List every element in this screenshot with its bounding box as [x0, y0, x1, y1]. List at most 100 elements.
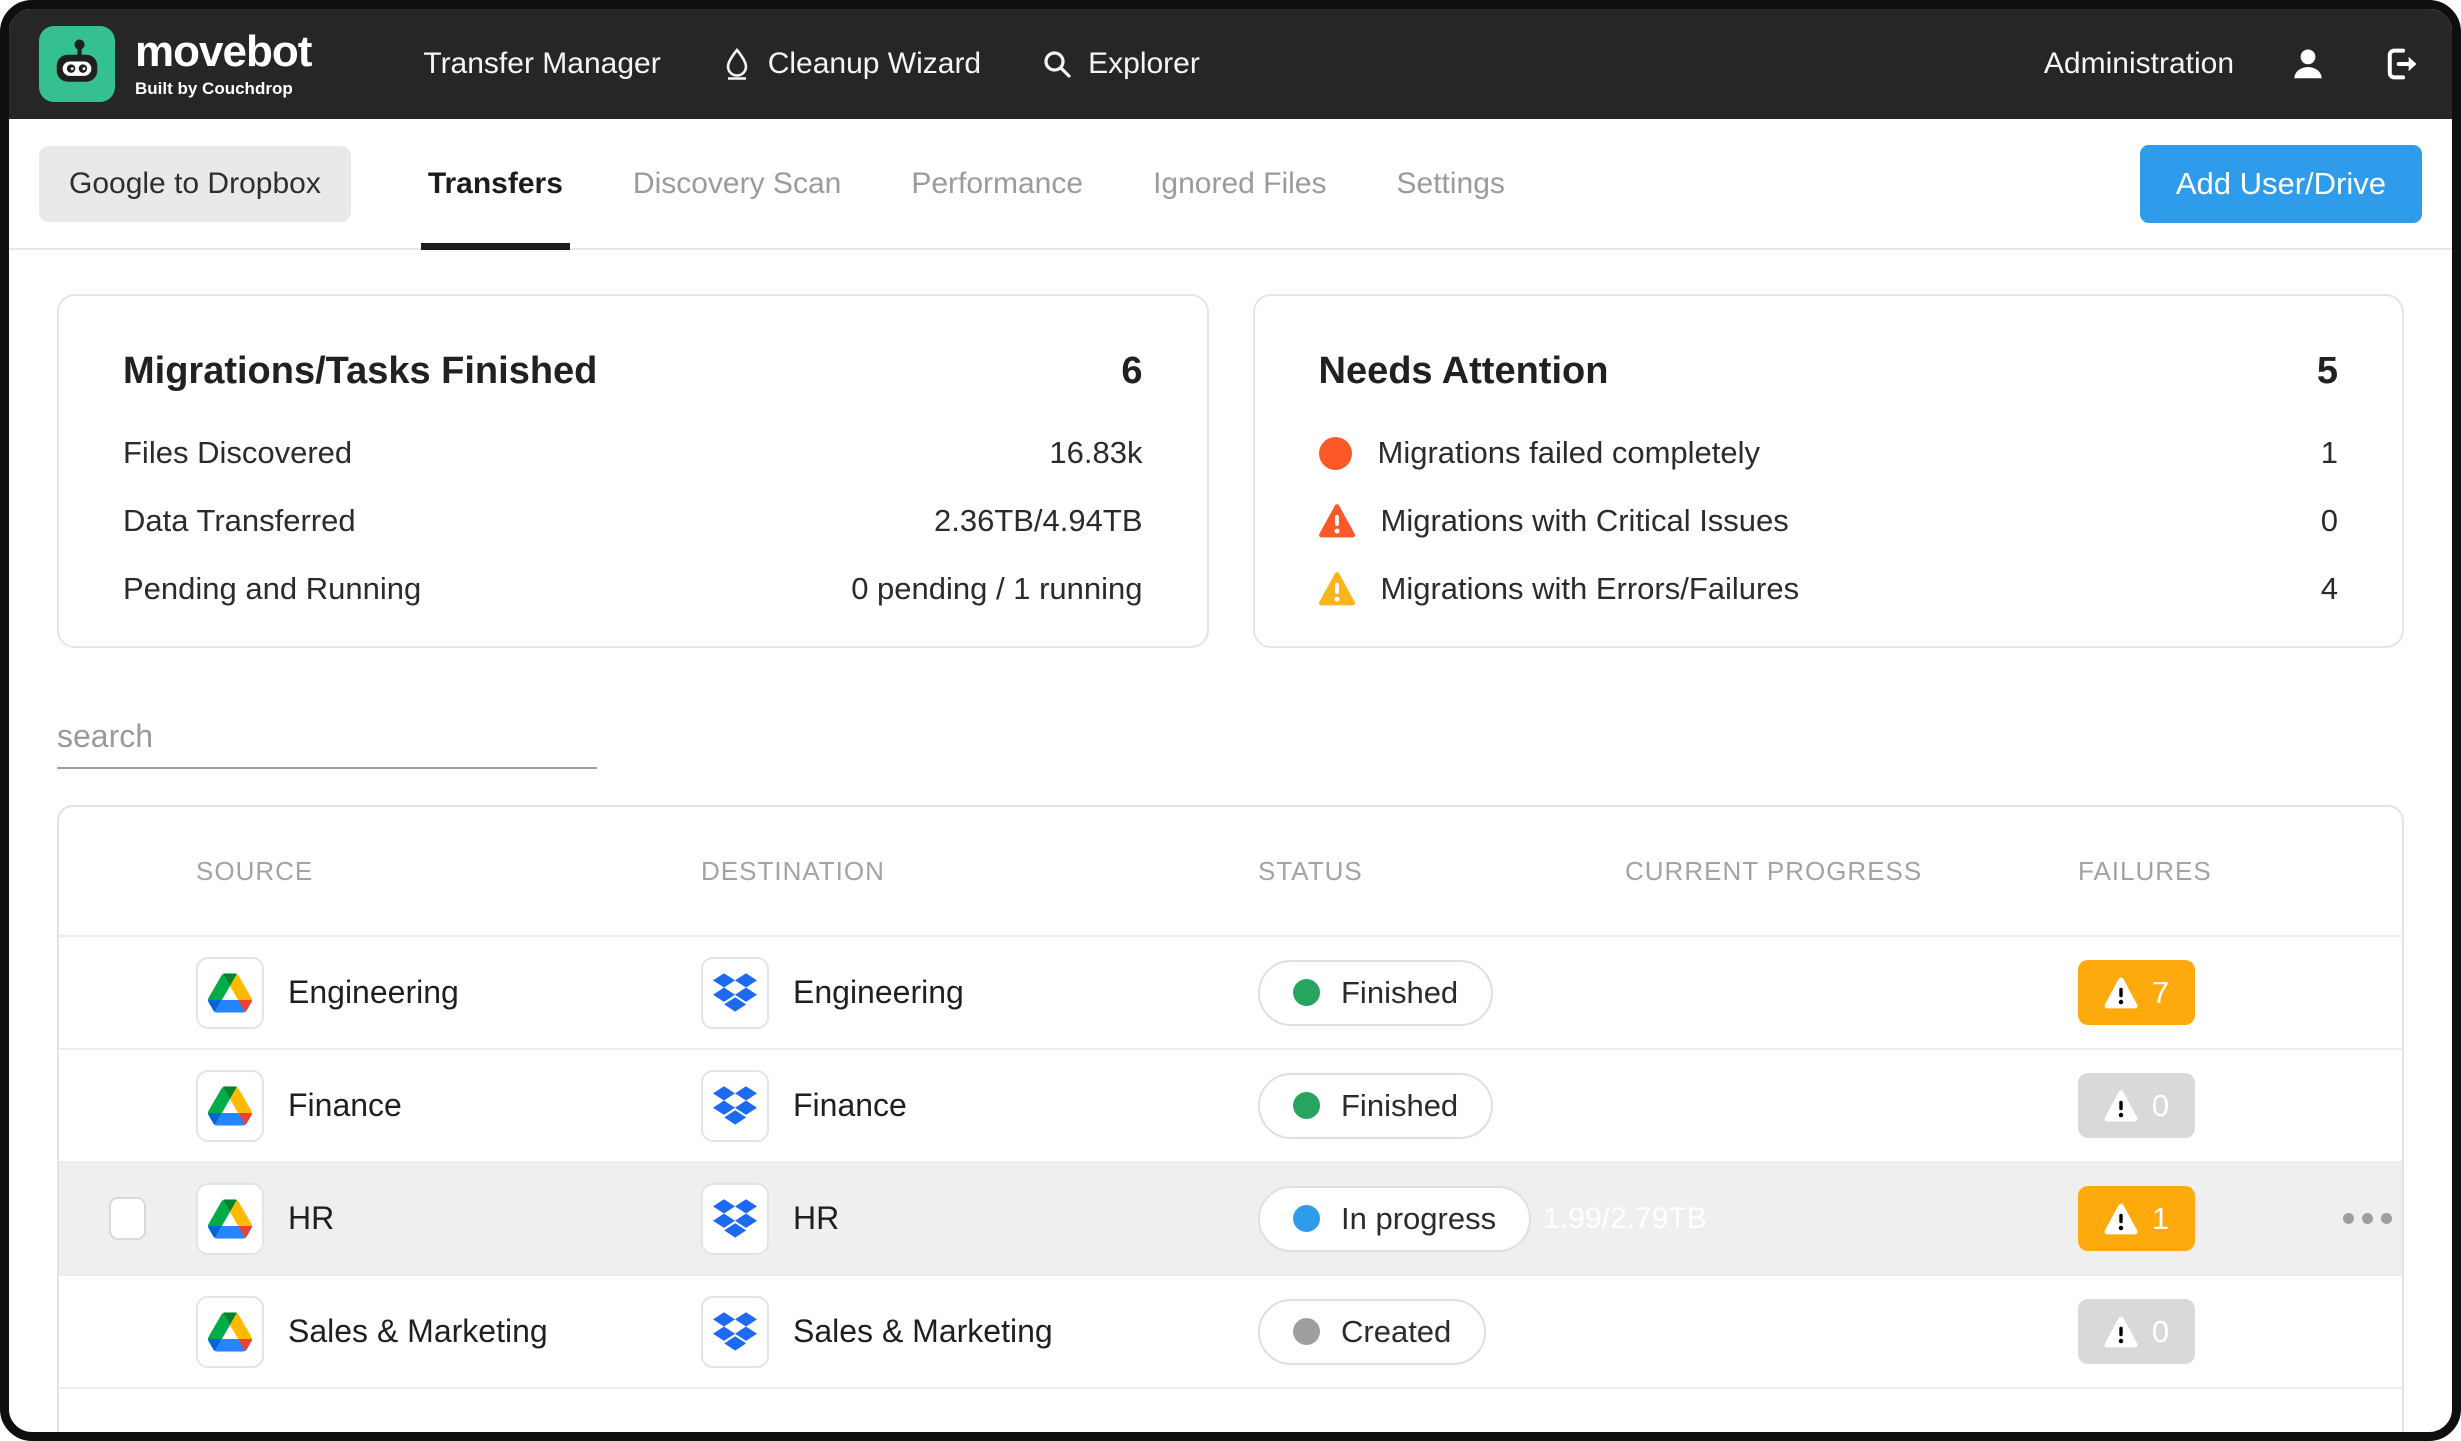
nav-item-label: Explorer: [1088, 47, 1200, 81]
failures-badge[interactable]: 0: [2078, 1073, 2195, 1138]
table-row[interactable]: Engineering Engineering Finished 369.28/: [59, 935, 2402, 1048]
source-label: Sales & Marketing: [288, 1313, 548, 1350]
source-cell: Engineering: [196, 957, 701, 1029]
status-label: Finished: [1341, 1088, 1458, 1124]
brand-subtitle: Built by Couchdrop: [135, 79, 311, 99]
card-value: 5: [2317, 350, 2338, 393]
col-header-source: SOURCE: [196, 856, 701, 887]
status-dot: [1293, 979, 1320, 1006]
tab-transfers[interactable]: Transfers: [393, 119, 598, 248]
destination-label: Sales & Marketing: [793, 1313, 1053, 1350]
destination-cell: Engineering: [701, 957, 1258, 1029]
col-header-status: STATUS: [1258, 856, 1625, 887]
google-drive-icon: [196, 957, 264, 1029]
search-field-wrap: [57, 718, 597, 769]
status-label: Created: [1341, 1314, 1451, 1350]
tab-settings[interactable]: Settings: [1362, 119, 1540, 248]
failures-badge[interactable]: 7: [2078, 960, 2195, 1025]
destination-label: HR: [793, 1200, 839, 1237]
nav-item-label: Cleanup Wizard: [768, 47, 981, 81]
search-icon: [1041, 48, 1073, 80]
add-user-drive-button[interactable]: Add User/Drive: [2140, 145, 2422, 223]
failures-badge[interactable]: 0: [2078, 1299, 2195, 1364]
stat-label: Files Discovered: [123, 435, 352, 471]
warning-icon: [2104, 1202, 2138, 1236]
attention-value: 1: [2321, 435, 2338, 471]
status-dot: [1293, 1318, 1320, 1345]
attention-label: Migrations with Critical Issues: [1381, 503, 1789, 539]
status-badge[interactable]: Finished: [1258, 960, 1493, 1026]
attention-row: Migrations with Critical Issues 0: [1319, 503, 2339, 539]
administration-link[interactable]: Administration: [2044, 47, 2234, 81]
user-icon[interactable]: [2289, 45, 2327, 83]
movebot-logo[interactable]: [39, 26, 115, 102]
row-checkbox[interactable]: [109, 1197, 146, 1240]
brand-name: movebot: [135, 30, 311, 74]
failures-badge[interactable]: 1: [2078, 1186, 2195, 1251]
attention-label: Migrations with Errors/Failures: [1381, 571, 1800, 607]
warning-icon: [2104, 1315, 2138, 1349]
google-drive-icon: [196, 1070, 264, 1142]
nav-item-cleanup-wizard[interactable]: Cleanup Wizard: [721, 47, 981, 81]
cleanup-icon: [721, 47, 753, 81]
stat-value: 2.36TB/4.94TB: [934, 503, 1143, 539]
top-nav: movebot Built by Couchdrop Transfer Mana…: [9, 9, 2452, 119]
stat-value: 0 pending / 1 running: [851, 571, 1142, 607]
destination-label: Engineering: [793, 974, 964, 1011]
dropbox-icon: [701, 1070, 769, 1142]
google-drive-icon: [196, 1183, 264, 1255]
col-header-failures: FAILURES: [2078, 856, 2333, 887]
google-drive-icon: [196, 1296, 264, 1368]
table-footer-spacer: [59, 1387, 2402, 1417]
project-selector-chip[interactable]: Google to Dropbox: [39, 146, 351, 222]
status-dot: [1293, 1205, 1320, 1232]
errors-warning-icon: [1319, 571, 1355, 607]
dropbox-icon: [701, 1296, 769, 1368]
status-badge[interactable]: Finished: [1258, 1073, 1493, 1139]
critical-warning-icon: [1319, 503, 1355, 539]
col-header-current-progress: CURRENT PROGRESS: [1625, 856, 2078, 887]
stat-row: Data Transferred 2.36TB/4.94TB: [123, 503, 1143, 539]
status-badge[interactable]: Created: [1258, 1299, 1486, 1365]
tab-ignored-files[interactable]: Ignored Files: [1118, 119, 1361, 248]
table-row[interactable]: HR HR In progress 1.99/2.79TB: [59, 1161, 2402, 1274]
nav-item-label: Transfer Manager: [423, 47, 660, 81]
attention-row: Migrations failed completely 1: [1319, 435, 2339, 471]
stat-label: Pending and Running: [123, 571, 421, 607]
nav-item-explorer[interactable]: Explorer: [1041, 47, 1200, 81]
card-title: Needs Attention: [1319, 350, 1609, 393]
tab-discovery-scan[interactable]: Discovery Scan: [598, 119, 876, 248]
transfers-table: SOURCE DESTINATION STATUS CURRENT PROGRE…: [57, 805, 2404, 1441]
table-header: SOURCE DESTINATION STATUS CURRENT PROGRE…: [59, 807, 2402, 935]
attention-label: Migrations failed completely: [1378, 435, 1761, 471]
warning-icon: [2104, 1089, 2138, 1123]
tab-performance[interactable]: Performance: [876, 119, 1118, 248]
status-badge[interactable]: In progress: [1258, 1186, 1531, 1252]
row-menu-ellipsis[interactable]: [2333, 1213, 2402, 1224]
search-input[interactable]: [57, 718, 597, 755]
failures-count: 1: [2152, 1201, 2169, 1237]
col-header-destination: DESTINATION: [701, 856, 1258, 887]
tabs: Transfers Discovery Scan Performance Ign…: [393, 119, 1540, 248]
dropbox-icon: [701, 1183, 769, 1255]
nav-item-transfer-manager[interactable]: Transfer Manager: [423, 47, 660, 81]
status-dot: [1293, 1092, 1320, 1119]
source-cell: Sales & Marketing: [196, 1296, 701, 1368]
tab-bar: Google to Dropbox Transfers Discovery Sc…: [9, 119, 2452, 250]
table-row[interactable]: Sales & Marketing Sales & Marketing Crea…: [59, 1274, 2402, 1387]
failed-circle-icon: [1319, 437, 1352, 470]
attention-value: 4: [2321, 571, 2338, 607]
failures-count: 0: [2152, 1314, 2169, 1350]
needs-attention-card: Needs Attention 5 Migrations failed comp…: [1253, 294, 2405, 648]
main-content: Migrations/Tasks Finished 6 Files Discov…: [9, 294, 2452, 1441]
stat-row: Files Discovered 16.83k: [123, 435, 1143, 471]
warning-icon: [2104, 976, 2138, 1010]
attention-value: 0: [2321, 503, 2338, 539]
table-row[interactable]: Finance Finance Finished 1.68/1.68TB: [59, 1048, 2402, 1161]
attention-row: Migrations with Errors/Failures 4: [1319, 571, 2339, 607]
brand: movebot Built by Couchdrop: [135, 30, 311, 99]
logout-icon[interactable]: [2382, 45, 2422, 83]
destination-cell: HR: [701, 1183, 1258, 1255]
failures-count: 0: [2152, 1088, 2169, 1124]
card-value: 6: [1121, 350, 1142, 393]
